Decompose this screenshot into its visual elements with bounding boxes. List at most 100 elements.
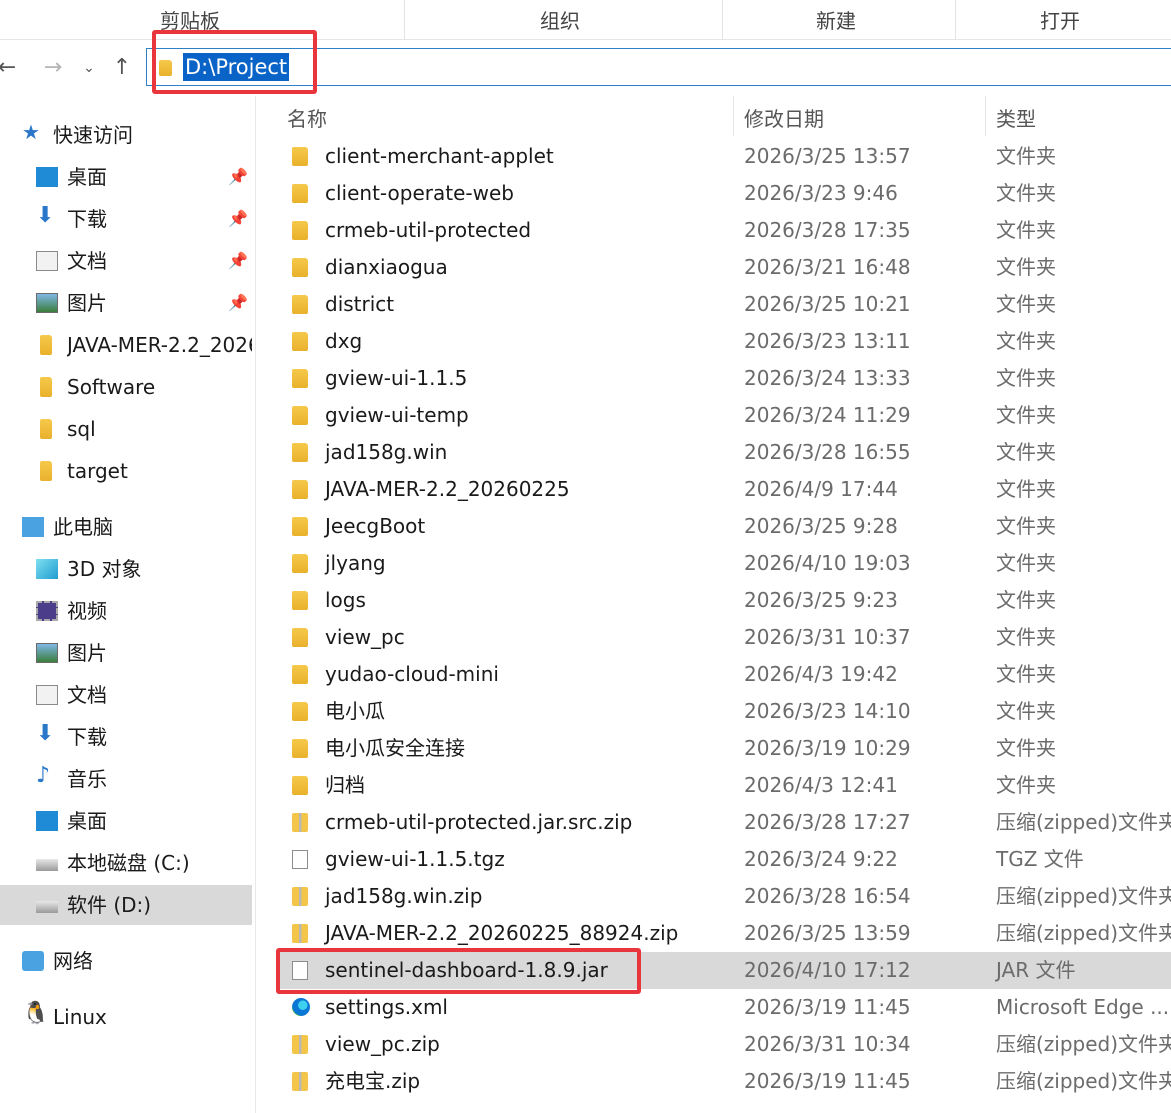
pin-icon[interactable]: 📌 — [228, 167, 248, 186]
column-divider[interactable] — [985, 96, 986, 136]
pin-icon[interactable]: 📌 — [228, 209, 248, 228]
zip-archive-icon — [292, 887, 308, 906]
folder-icon — [292, 406, 308, 425]
file-row[interactable]: dianxiaogua 2026/3/21 16:48 文件夹 — [276, 249, 1171, 286]
file-name: client-operate-web — [325, 181, 514, 205]
sidebar-item[interactable]: 本地磁盘 (C:) — [0, 843, 252, 883]
file-name: 电小瓜 — [325, 699, 385, 723]
file-row[interactable]: 归档 2026/4/3 12:41 文件夹 — [276, 767, 1171, 804]
sidebar-item[interactable]: 文档 📌 — [0, 241, 252, 281]
file-date: 2026/3/28 17:35 — [744, 218, 911, 242]
file-date: 2026/4/3 12:41 — [744, 773, 898, 797]
sidebar-item[interactable]: 视频 — [0, 591, 252, 631]
pin-icon[interactable]: 📌 — [228, 293, 248, 312]
sidebar-item[interactable]: 文档 — [0, 675, 252, 715]
desktop-icon — [36, 167, 58, 187]
file-type: 文件夹 — [996, 551, 1056, 575]
file-row[interactable]: dxg 2026/3/23 13:11 文件夹 — [276, 323, 1171, 360]
file-row[interactable]: gview-ui-temp 2026/3/24 11:29 文件夹 — [276, 397, 1171, 434]
folder-icon — [292, 480, 308, 499]
file-row[interactable]: JAVA-MER-2.2_20260225_88924.zip 2026/3/25… — [276, 915, 1171, 952]
sidebar-item[interactable]: 此电脑 — [0, 507, 252, 547]
sidebar-item[interactable]: sql — [0, 409, 252, 449]
column-divider[interactable] — [733, 96, 734, 136]
file-row[interactable]: JAVA-MER-2.2_20260225 2026/4/9 17:44 文件夹 — [276, 471, 1171, 508]
file-type: 压缩(zipped)文件夹 — [996, 1032, 1171, 1056]
file-date: 2026/3/31 10:37 — [744, 625, 911, 649]
sidebar-item[interactable]: 桌面 — [0, 801, 252, 841]
file-row[interactable]: view_pc 2026/3/31 10:37 文件夹 — [276, 619, 1171, 656]
file-row[interactable]: crmeb-util-protected.jar.src.zip 2026/3/2… — [276, 804, 1171, 841]
column-header-type[interactable]: 类型 — [996, 104, 1036, 134]
sidebar-item[interactable]: target — [0, 451, 252, 491]
file-type: 压缩(zipped)文件夹 — [996, 1069, 1171, 1093]
sidebar-item[interactable]: 图片 📌 — [0, 283, 252, 323]
edge-document-icon — [292, 998, 310, 1016]
file-row[interactable]: jad158g.win.zip 2026/3/28 16:54 压缩(zipped)… — [276, 878, 1171, 915]
file-row[interactable]: client-operate-web 2026/3/23 9:46 文件夹 — [276, 175, 1171, 212]
folder-icon — [292, 591, 308, 610]
sidebar-item[interactable]: 🐧 Linux — [0, 997, 252, 1037]
ribbon-group-open[interactable]: 打开 — [960, 0, 1160, 40]
video-icon — [36, 601, 58, 621]
back-arrow-icon[interactable]: ← — [0, 54, 20, 82]
sidebar-item[interactable]: Software — [0, 367, 252, 407]
file-type: 文件夹 — [996, 773, 1056, 797]
file-row[interactable]: client-merchant-applet 2026/3/25 13:57 文件夹 — [276, 138, 1171, 175]
file-date: 2026/4/10 19:03 — [744, 551, 911, 575]
file-row[interactable]: settings.xml 2026/3/19 11:45 Microsoft Edg… — [276, 989, 1171, 1026]
sidebar-item[interactable]: 软件 (D:) — [0, 885, 252, 925]
sidebar-item[interactable]: ⬇ 下载 📌 — [0, 199, 252, 239]
folder-icon — [292, 369, 308, 388]
file-date: 2026/3/19 10:29 — [744, 736, 911, 760]
forward-arrow-icon[interactable]: → — [40, 54, 66, 82]
ribbon-group-organize[interactable]: 组织 — [460, 0, 660, 40]
sidebar-item[interactable]: 桌面 📌 — [0, 157, 252, 197]
file-type: 压缩(zipped)文件夹 — [996, 810, 1171, 834]
file-row[interactable]: district 2026/3/25 10:21 文件夹 — [276, 286, 1171, 323]
file-row[interactable]: 充电宝.zip 2026/3/19 11:45 压缩(zipped)文件夹 — [276, 1063, 1171, 1100]
file-row[interactable]: jad158g.win 2026/3/28 16:55 文件夹 — [276, 434, 1171, 471]
file-row[interactable]: crmeb-util-protected 2026/3/28 17:35 文件夹 — [276, 212, 1171, 249]
file-type: Microsoft Edge ... — [996, 995, 1170, 1019]
folder-icon — [40, 377, 52, 397]
sidebar-item[interactable]: 图片 — [0, 633, 252, 673]
file-row[interactable]: jlyang 2026/4/10 19:03 文件夹 — [276, 545, 1171, 582]
up-arrow-icon[interactable]: ↑ — [109, 54, 135, 82]
file-row[interactable]: gview-ui-1.1.5.tgz 2026/3/24 9:22 TGZ 文件 — [276, 841, 1171, 878]
file-date: 2026/3/23 14:10 — [744, 699, 911, 723]
file-row[interactable]: 电小瓜 2026/3/23 14:10 文件夹 — [276, 693, 1171, 730]
address-path[interactable]: D:\Project — [183, 53, 290, 81]
ribbon-group-new[interactable]: 新建 — [736, 0, 936, 40]
sidebar-item[interactable]: 网络 — [0, 941, 252, 981]
ribbon-group-clipboard[interactable]: 剪贴板 — [90, 0, 290, 40]
sidebar-item[interactable]: ♪ 音乐 — [0, 759, 252, 799]
file-row[interactable]: 电小瓜安全连接 2026/3/19 10:29 文件夹 — [276, 730, 1171, 767]
sidebar-item[interactable]: JAVA-MER-2.2_2026 — [0, 325, 252, 365]
file-row[interactable]: yudao-cloud-mini 2026/4/3 19:42 文件夹 — [276, 656, 1171, 693]
address-bar[interactable]: D:\Project — [146, 48, 1171, 86]
file-row[interactable]: logs 2026/3/25 9:23 文件夹 — [276, 582, 1171, 619]
file-row[interactable]: JeecgBoot 2026/3/25 9:28 文件夹 — [276, 508, 1171, 545]
file-row[interactable]: view_pc.zip 2026/3/31 10:34 压缩(zipped)文件夹 — [276, 1026, 1171, 1063]
ribbon-divider — [955, 0, 956, 40]
sidebar-item-label: 软件 (D:) — [67, 893, 152, 917]
sidebar-item-label: Software — [67, 375, 156, 399]
network-icon — [22, 951, 44, 971]
pin-icon[interactable]: 📌 — [228, 251, 248, 270]
sidebar-item[interactable]: ⬇ 下载 — [0, 717, 252, 757]
sidebar-item-label: 下载 — [67, 725, 107, 749]
column-header-name[interactable]: 名称 — [287, 104, 327, 134]
recent-locations-chevron-icon[interactable]: ⌄ — [76, 54, 102, 82]
folder-icon — [292, 443, 308, 462]
file-date: 2026/3/19 11:45 — [744, 1069, 911, 1093]
file-date: 2026/3/19 11:45 — [744, 995, 911, 1019]
sidebar-item[interactable]: ★ 快速访问 — [0, 115, 252, 155]
star-icon: ★ — [22, 120, 40, 144]
file-name: gview-ui-temp — [325, 403, 469, 427]
file-row[interactable]: gview-ui-1.1.5 2026/3/24 13:33 文件夹 — [276, 360, 1171, 397]
sidebar-item[interactable]: 3D 对象 — [0, 549, 252, 589]
folder-icon — [292, 258, 308, 277]
file-row[interactable]: sentinel-dashboard-1.8.9.jar 2026/4/10 17… — [276, 952, 1171, 989]
column-header-date[interactable]: 修改日期 — [744, 104, 824, 134]
